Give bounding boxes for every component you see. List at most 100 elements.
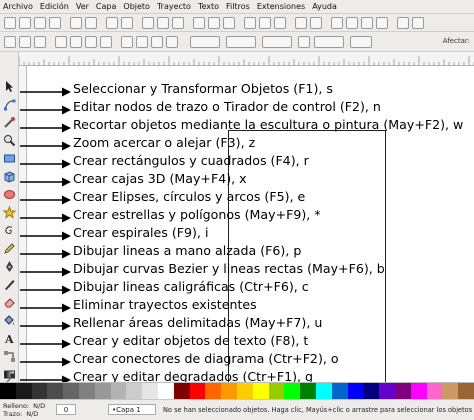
palette-swatch[interactable]: [63, 383, 79, 399]
x-field[interactable]: [190, 36, 220, 48]
zoom-selection-icon[interactable]: [193, 17, 205, 29]
width-field[interactable]: [262, 36, 292, 48]
palette-swatch[interactable]: [173, 383, 190, 399]
palette-swatch[interactable]: [300, 383, 316, 399]
palette-swatch[interactable]: [157, 383, 174, 399]
deselect-icon[interactable]: [34, 36, 46, 48]
fill-stroke-icon[interactable]: [331, 17, 343, 29]
palette-swatch[interactable]: [363, 383, 380, 399]
palette-swatch[interactable]: [268, 383, 285, 399]
rotate-cw-icon[interactable]: [70, 36, 82, 48]
undo-icon[interactable]: [106, 17, 118, 29]
menu-edicion[interactable]: Edición: [40, 2, 69, 11]
palette-swatch[interactable]: [0, 383, 16, 399]
palette-swatch[interactable]: [142, 383, 158, 399]
lower-icon[interactable]: [151, 36, 163, 48]
paint-bucket-icon[interactable]: [3, 314, 16, 327]
select-all-layers-icon[interactable]: [19, 36, 31, 48]
arrow-pointer-icon[interactable]: [3, 80, 16, 93]
palette-swatch[interactable]: [31, 383, 48, 399]
raise-top-icon[interactable]: [121, 36, 133, 48]
spiral-icon[interactable]: [3, 224, 16, 237]
xml-editor-icon[interactable]: [361, 17, 373, 29]
pen-icon[interactable]: [3, 260, 16, 273]
palette-swatch[interactable]: [410, 383, 427, 399]
units-select[interactable]: [350, 36, 372, 48]
open-icon[interactable]: [19, 17, 31, 29]
fill-stroke-indicator[interactable]: Relleno: N/D Trazo: N/D: [3, 402, 45, 418]
rotate-ccw-icon[interactable]: [55, 36, 67, 48]
redo-icon[interactable]: [121, 17, 133, 29]
menu-texto[interactable]: Texto: [198, 2, 219, 11]
menu-ayuda[interactable]: Ayuda: [312, 2, 337, 11]
ungroup-icon[interactable]: [310, 17, 322, 29]
palette-swatch[interactable]: [252, 383, 269, 399]
save-icon[interactable]: [34, 17, 46, 29]
align-icon[interactable]: [376, 17, 388, 29]
menu-ver[interactable]: Ver: [76, 2, 89, 11]
box3d-icon[interactable]: [3, 170, 16, 183]
palette-swatch[interactable]: [94, 383, 111, 399]
palette-swatch[interactable]: [221, 383, 237, 399]
paste-icon[interactable]: [172, 17, 184, 29]
document-properties-icon[interactable]: [412, 17, 424, 29]
menu-capa[interactable]: Capa: [96, 2, 116, 11]
palette-swatch[interactable]: [236, 383, 253, 399]
text-icon[interactable]: A: [3, 332, 16, 345]
unlink-clone-icon[interactable]: [274, 17, 286, 29]
zoom-drawing-icon[interactable]: [208, 17, 220, 29]
pencil-icon[interactable]: [3, 242, 16, 255]
palette-swatch[interactable]: [15, 383, 32, 399]
clone-icon[interactable]: [259, 17, 271, 29]
menu-filtros[interactable]: Filtros: [226, 2, 250, 11]
palette-swatch[interactable]: [347, 383, 364, 399]
palette-swatch[interactable]: [379, 383, 395, 399]
menu-trayecto[interactable]: Trayecto: [157, 2, 191, 11]
flip-horizontal-icon[interactable]: [85, 36, 97, 48]
palette-swatch[interactable]: [189, 383, 206, 399]
palette-swatch[interactable]: [458, 383, 474, 399]
connector-icon[interactable]: [3, 350, 16, 363]
palette-swatch[interactable]: [126, 383, 143, 399]
layer-select[interactable]: •Capa 1: [108, 404, 156, 415]
text-font-icon[interactable]: [346, 17, 358, 29]
menu-objeto[interactable]: Objeto: [123, 2, 150, 11]
calligraphy-icon[interactable]: [3, 278, 16, 291]
import-icon[interactable]: [70, 17, 82, 29]
palette-swatch[interactable]: [78, 383, 95, 399]
y-field[interactable]: [226, 36, 256, 48]
height-field[interactable]: [314, 36, 344, 48]
palette-swatch[interactable]: [315, 383, 332, 399]
select-all-icon[interactable]: [4, 36, 16, 48]
eraser-icon[interactable]: [3, 296, 16, 309]
lock-icon[interactable]: [298, 36, 310, 48]
zoom-page-icon[interactable]: [223, 17, 235, 29]
palette-swatch[interactable]: [426, 383, 443, 399]
raise-icon[interactable]: [136, 36, 148, 48]
menu-extensiones[interactable]: Extensiones: [257, 2, 305, 11]
tweak-icon[interactable]: [3, 116, 16, 129]
node-edit-icon[interactable]: [3, 98, 16, 111]
zoom-icon[interactable]: [3, 134, 16, 147]
new-document-icon[interactable]: [4, 17, 16, 29]
cut-icon[interactable]: [157, 17, 169, 29]
duplicate-icon[interactable]: [244, 17, 256, 29]
palette-swatch[interactable]: [284, 383, 301, 399]
opacity-field[interactable]: 0: [56, 404, 76, 415]
lower-bottom-icon[interactable]: [166, 36, 178, 48]
menu-archivo[interactable]: Archivo: [3, 2, 33, 11]
palette-swatch[interactable]: [205, 383, 222, 399]
rectangle-icon[interactable]: [3, 152, 16, 165]
star-icon[interactable]: [3, 206, 16, 219]
print-icon[interactable]: [49, 17, 61, 29]
preferences-icon[interactable]: [397, 17, 409, 29]
export-icon[interactable]: [85, 17, 97, 29]
group-icon[interactable]: [295, 17, 307, 29]
palette-swatch[interactable]: [47, 383, 64, 399]
flip-vertical-icon[interactable]: [100, 36, 112, 48]
palette-swatch[interactable]: [110, 383, 127, 399]
palette-swatch[interactable]: [394, 383, 411, 399]
palette-swatch[interactable]: [331, 383, 348, 399]
ellipse-icon[interactable]: [3, 188, 16, 201]
palette-swatch[interactable]: [442, 383, 459, 399]
